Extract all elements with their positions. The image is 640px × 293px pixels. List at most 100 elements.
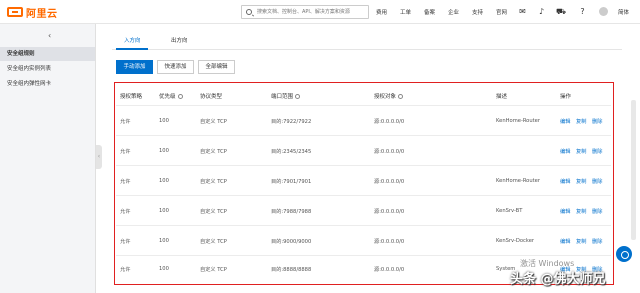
cell-description: KenSrv-BT (496, 208, 523, 214)
cell-policy: 允许 (120, 209, 131, 215)
cell-source: 源:0.0.0.0/0 (374, 149, 405, 155)
top-navigation-bar: 阿里云 费用 工单 备案 企业 支持 官网 ✉ ♪ ⛟ ? 简体 (0, 0, 640, 24)
nav-official-site[interactable]: 官网 (496, 8, 507, 16)
cell-port-range: 目的:7988/7988 (271, 209, 312, 215)
active-tab-indicator (116, 48, 148, 50)
cell-policy: 允许 (120, 149, 131, 155)
avatar[interactable] (599, 7, 608, 16)
copy-link[interactable]: 复制 (576, 118, 586, 125)
cell-description: KenHome-Router (496, 118, 541, 124)
delete-link[interactable]: 删除 (592, 238, 602, 245)
logo-text: 阿里云 (26, 8, 58, 20)
column-header-source: 授权对象 (374, 92, 404, 100)
cell-policy: 允许 (120, 267, 131, 273)
sidebar-item-eni[interactable]: 安全组内弹性网卡 (0, 77, 95, 91)
nav-tickets[interactable]: 工单 (400, 8, 411, 16)
edit-link[interactable]: 编辑 (560, 118, 570, 125)
cell-priority: 100 (159, 238, 169, 244)
column-header-priority: 优先级 (159, 92, 183, 100)
column-header-port-range: 端口范围 (271, 92, 301, 100)
edit-all-button[interactable]: 全部编辑 (198, 60, 235, 74)
search-input[interactable] (257, 7, 365, 17)
column-header-description: 描述 (496, 94, 508, 100)
cell-protocol: 自定义 TCP (200, 179, 227, 185)
language-switch[interactable]: 简体 (618, 8, 629, 16)
delete-link[interactable]: 删除 (592, 208, 602, 215)
cell-priority: 100 (159, 266, 169, 272)
cell-priority: 100 (159, 208, 169, 214)
sidebar-toggle-handle[interactable]: ‹ (96, 145, 102, 169)
nav-billing[interactable]: 费用 (376, 8, 387, 16)
nav-icp-filing[interactable]: 备案 (424, 8, 435, 16)
edit-link[interactable]: 编辑 (560, 238, 570, 245)
cell-protocol: 自定义 TCP (200, 239, 227, 245)
cell-port-range: 目的:7922/7922 (271, 119, 312, 125)
aliyun-logo-icon (7, 7, 23, 17)
nav-support[interactable]: 支持 (472, 8, 483, 16)
cell-protocol: 自定义 TCP (200, 119, 227, 125)
tab-outbound[interactable]: 出方向 (171, 36, 188, 44)
search-icon (246, 9, 252, 15)
help-icon[interactable]: ? (578, 7, 587, 16)
delete-link[interactable]: 删除 (592, 118, 602, 125)
manual-add-button[interactable]: 手动添加 (116, 60, 153, 74)
copy-link[interactable]: 复制 (576, 238, 586, 245)
tab-divider (112, 49, 622, 50)
edit-link[interactable]: 编辑 (560, 208, 570, 215)
cell-port-range: 目的:2345/2345 (271, 149, 312, 155)
cell-priority: 100 (159, 118, 169, 124)
source-watermark: 头条 @佛大师兄 (510, 272, 606, 287)
cell-policy: 允许 (120, 119, 131, 125)
row-divider (116, 135, 611, 136)
info-icon[interactable] (295, 94, 301, 99)
vertical-scrollbar[interactable] (631, 100, 636, 240)
sidebar-item-instances[interactable]: 安全组内实例列表 (0, 62, 95, 76)
cell-source: 源:0.0.0.0/0 (374, 119, 405, 125)
copy-link[interactable]: 复制 (576, 178, 586, 185)
row-divider (116, 225, 611, 226)
column-header-actions: 操作 (560, 94, 572, 100)
bell-icon[interactable]: ♪ (537, 7, 546, 16)
cell-protocol: 自定义 TCP (200, 149, 227, 155)
info-icon[interactable] (398, 94, 404, 99)
cell-source: 源:0.0.0.0/0 (374, 179, 405, 185)
copy-link[interactable]: 复制 (576, 208, 586, 215)
copy-link[interactable]: 复制 (576, 148, 586, 155)
cart-icon[interactable]: ⛟ (556, 7, 566, 16)
nav-enterprise[interactable]: 企业 (448, 8, 459, 16)
aliyun-logo[interactable]: 阿里云 (7, 6, 58, 20)
cell-policy: 允许 (120, 239, 131, 245)
cell-priority: 100 (159, 178, 169, 184)
cell-priority: 100 (159, 148, 169, 154)
cell-source: 源:0.0.0.0/0 (374, 209, 405, 215)
cell-port-range: 目的:8888/8888 (271, 267, 312, 273)
cell-port-range: 目的:7901/7901 (271, 179, 312, 185)
message-icon[interactable]: ✉ (518, 7, 527, 16)
delete-link[interactable]: 删除 (592, 178, 602, 185)
cell-policy: 允许 (120, 179, 131, 185)
info-icon[interactable] (177, 94, 183, 99)
cell-source: 源:0.0.0.0/0 (374, 239, 405, 245)
cell-port-range: 目的:9000/9000 (271, 239, 312, 245)
delete-link[interactable]: 删除 (592, 148, 602, 155)
cell-source: 源:0.0.0.0/0 (374, 267, 405, 273)
row-divider (116, 195, 611, 196)
column-header-protocol: 协议类型 (200, 94, 223, 100)
column-header-policy: 授权策略 (120, 94, 143, 100)
sidebar: ‹ 安全组规则 安全组内实例列表 安全组内弹性网卡 (0, 24, 96, 293)
row-divider (116, 165, 611, 166)
chat-support-icon[interactable] (616, 246, 632, 262)
sidebar-item-security-group-rules[interactable]: 安全组规则 (0, 47, 95, 61)
global-search-box[interactable] (241, 5, 369, 19)
chevron-left-icon[interactable]: ‹ (48, 31, 51, 40)
edit-link[interactable]: 编辑 (560, 148, 570, 155)
row-divider (116, 255, 611, 256)
cell-description: KenHome-Router (496, 178, 541, 184)
tab-inbound[interactable]: 入方向 (124, 36, 141, 44)
quick-add-button[interactable]: 快速添加 (157, 60, 194, 74)
cell-description: KenSrv-Docker (496, 238, 535, 244)
row-divider (116, 105, 611, 106)
cell-protocol: 自定义 TCP (200, 267, 227, 273)
cell-protocol: 自定义 TCP (200, 209, 227, 215)
edit-link[interactable]: 编辑 (560, 178, 570, 185)
